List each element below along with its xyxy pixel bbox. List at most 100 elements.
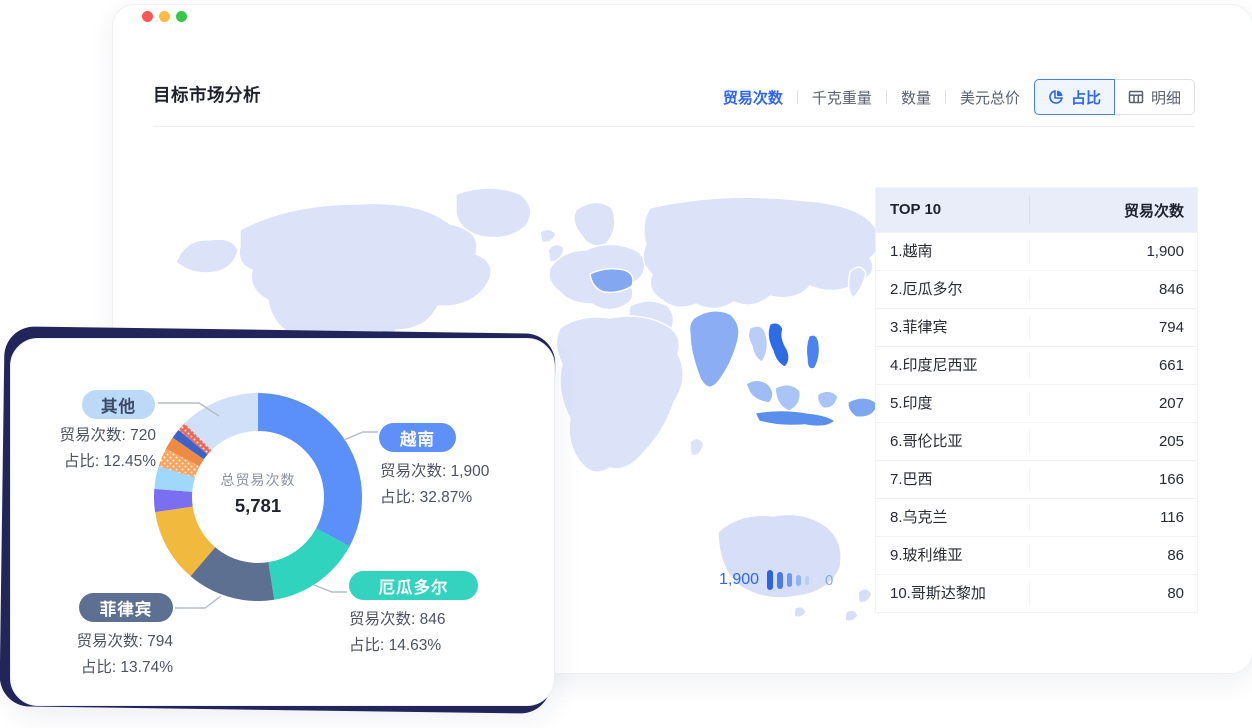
map-region-new-guinea[interactable] <box>848 398 878 417</box>
map-color-scale: 1,900 0 <box>719 565 833 595</box>
toggle-label: 占比 <box>1071 87 1101 108</box>
map-region-sumatra[interactable] <box>746 380 773 403</box>
table-header-rank: TOP 10 <box>876 196 1030 224</box>
tab-metric-3[interactable]: 美元总价 <box>960 87 1020 108</box>
legend-bar <box>777 572 783 589</box>
tab-metric-0[interactable]: 贸易次数 <box>723 87 783 108</box>
table-row[interactable]: 6.哥伦比亚205 <box>876 422 1197 460</box>
tab-separator <box>945 90 946 104</box>
trades-count-vietnam: 贸易次数: 1,900 <box>380 459 550 485</box>
header-divider <box>153 126 1195 127</box>
share-ecuador: 占比: 14.63% <box>349 633 519 659</box>
view-toggle-group: 占比 明细 <box>1034 79 1195 115</box>
legend-max-value: 1,900 <box>719 571 759 589</box>
callout-pill-ecuador[interactable]: 厄瓜多尔 <box>349 571 478 600</box>
zoom-window-button[interactable] <box>176 11 187 22</box>
page-title: 目标市场分析 <box>153 82 261 107</box>
tab-separator <box>886 90 887 104</box>
table-row[interactable]: 5.印度207 <box>876 384 1197 422</box>
page: 目标市场分析 贸易次数 千克重量 数量 美元总价 占比 明细 <box>0 0 1252 728</box>
table-icon <box>1128 89 1144 105</box>
total-trades-label: 总贸易次数 <box>178 470 338 490</box>
legend-bar <box>767 570 773 590</box>
table-row[interactable]: 1.越南1,900 <box>876 232 1197 270</box>
legend-gradient-bars <box>767 570 817 590</box>
table-row[interactable]: 8.乌克兰116 <box>876 498 1197 536</box>
trade-count: 846 <box>1030 281 1197 298</box>
pie-chart-icon <box>1048 89 1064 105</box>
legend-min-value: 0 <box>825 572 833 589</box>
callout-pill-others[interactable]: 其他 <box>82 390 155 419</box>
legend-bar <box>813 577 817 584</box>
map-country-vietnam[interactable] <box>768 323 789 367</box>
donut-center-label: 总贸易次数 5,781 <box>178 470 338 517</box>
toggle-share-view-button[interactable]: 占比 <box>1034 79 1115 115</box>
map-country-india[interactable] <box>690 311 740 387</box>
map-region-madagascar[interactable] <box>690 438 704 455</box>
country-name: 3.菲律宾 <box>876 315 1030 340</box>
map-region-sulawesi[interactable] <box>818 391 838 408</box>
donut-card: 总贸易次数 5,781 其他 贸易次数: 720 占比: 12.45% 越南 贸… <box>10 338 555 706</box>
tab-metric-2[interactable]: 数量 <box>901 87 931 108</box>
table-row[interactable]: 2.厄瓜多尔846 <box>876 270 1197 308</box>
legend-bar <box>805 576 809 585</box>
table-header: TOP 10 贸易次数 <box>876 188 1197 232</box>
map-region-alaska[interactable] <box>176 239 238 273</box>
table-row[interactable]: 4.印度尼西亚661 <box>876 346 1197 384</box>
map-region-iceland[interactable] <box>540 229 556 242</box>
toggle-detail-view-button[interactable]: 明细 <box>1114 79 1195 115</box>
map-region-new-zealand-north[interactable] <box>858 589 872 603</box>
table-row[interactable]: 9.玻利维亚86 <box>876 536 1197 574</box>
share-popup: 总贸易次数 5,781 其他 贸易次数: 720 占比: 12.45% 越南 贸… <box>2 330 564 716</box>
total-trades-value: 5,781 <box>178 495 338 517</box>
share-others: 占比: 12.45% <box>11 449 156 475</box>
minimize-window-button[interactable] <box>159 11 170 22</box>
callout-pill-philippines[interactable]: 菲律宾 <box>79 593 173 622</box>
country-name: 6.哥伦比亚 <box>876 429 1030 454</box>
window-controls <box>142 11 187 22</box>
trades-count-philippines: 贸易次数: 794 <box>13 629 173 655</box>
tab-metric-1[interactable]: 千克重量 <box>812 87 872 108</box>
share-philippines: 占比: 13.74% <box>13 655 173 681</box>
map-country-thailand[interactable] <box>748 326 767 362</box>
trade-count: 86 <box>1030 547 1197 564</box>
close-window-button[interactable] <box>142 11 153 22</box>
tab-separator <box>797 90 798 104</box>
map-region-greenland[interactable] <box>456 188 531 238</box>
trade-count: 661 <box>1030 357 1197 374</box>
top10-table: TOP 10 贸易次数 1.越南1,9002.厄瓜多尔8463.菲律宾7944.… <box>875 187 1198 613</box>
map-region-scandinavia[interactable] <box>574 202 615 245</box>
trade-count: 1,900 <box>1030 243 1197 260</box>
country-name: 9.玻利维亚 <box>876 543 1030 568</box>
trade-count: 116 <box>1030 509 1197 526</box>
callout-pill-vietnam[interactable]: 越南 <box>379 423 456 452</box>
callout-stats-others: 贸易次数: 720 占比: 12.45% <box>11 423 156 475</box>
country-name: 4.印度尼西亚 <box>876 353 1030 378</box>
country-name: 5.印度 <box>876 391 1030 416</box>
map-region-japan[interactable] <box>849 267 866 298</box>
table-row[interactable]: 3.菲律宾794 <box>876 308 1197 346</box>
map-country-philippines[interactable] <box>806 335 819 369</box>
metric-tabs: 贸易次数 千克重量 数量 美元总价 占比 明细 <box>723 79 1195 115</box>
toggle-label: 明细 <box>1151 87 1181 108</box>
share-vietnam: 占比: 32.87% <box>380 485 550 511</box>
map-region-russia-asia[interactable] <box>643 197 881 308</box>
callout-stats-ecuador: 贸易次数: 846 占比: 14.63% <box>349 607 519 659</box>
trade-count: 205 <box>1030 433 1197 450</box>
country-name: 1.越南 <box>876 239 1030 264</box>
map-region-new-zealand-south[interactable] <box>845 610 858 621</box>
map-country-indonesia[interactable] <box>755 411 835 427</box>
trades-count-others: 贸易次数: 720 <box>11 423 156 449</box>
table-row[interactable]: 7.巴西166 <box>876 460 1197 498</box>
map-region-tasmania[interactable] <box>794 607 806 618</box>
table-row[interactable]: 10.哥斯达黎加80 <box>876 574 1197 612</box>
map-region-africa[interactable] <box>556 316 683 472</box>
callout-stats-vietnam: 贸易次数: 1,900 占比: 32.87% <box>380 459 550 511</box>
country-name: 7.巴西 <box>876 467 1030 492</box>
callout-stats-philippines: 贸易次数: 794 占比: 13.74% <box>13 629 173 681</box>
table-header-metric: 贸易次数 <box>1030 200 1197 221</box>
country-name: 2.厄瓜多尔 <box>876 277 1030 302</box>
country-name: 8.乌克兰 <box>876 505 1030 530</box>
country-name: 10.哥斯达黎加 <box>876 581 1030 606</box>
map-region-borneo[interactable] <box>775 385 800 411</box>
